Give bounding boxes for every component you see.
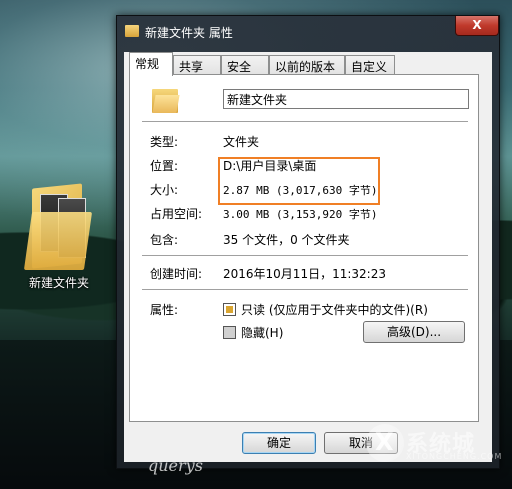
tab-security[interactable]: 安全 xyxy=(221,55,269,75)
size-label: 大小: xyxy=(150,183,179,197)
created-label: 创建时间: xyxy=(150,267,203,281)
ok-button[interactable]: 确定 xyxy=(242,432,316,454)
divider xyxy=(142,121,468,123)
close-button[interactable]: X xyxy=(455,16,499,36)
hidden-checkbox[interactable] xyxy=(223,326,236,339)
folder-icon xyxy=(23,182,94,272)
site-logo-watermark: X 系统城 XITONGCHENG.COM xyxy=(366,422,506,468)
folder-icon xyxy=(152,87,180,115)
tab-customize[interactable]: 自定义 xyxy=(345,55,395,75)
type-label: 类型: xyxy=(150,135,179,149)
contains-label: 包含: xyxy=(150,233,179,247)
size-value: 2.87 MB (3,017,630 字节) xyxy=(223,184,378,197)
size-on-disk-label: 占用空间: xyxy=(150,207,203,221)
folder-name-input[interactable] xyxy=(223,89,469,109)
desktop-folder-shortcut[interactable]: 新建文件夹 xyxy=(14,182,104,291)
type-value: 文件夹 xyxy=(223,135,260,149)
title-bar[interactable]: 新建文件夹 属性 X xyxy=(117,16,499,46)
readonly-label[interactable]: 只读 (仅应用于文件夹中的文件)(R) xyxy=(241,301,428,318)
tab-strip: 常规 共享 安全 以前的版本 自定义 xyxy=(124,52,492,76)
tab-sharing[interactable]: 共享 xyxy=(173,55,221,75)
folder-icon xyxy=(125,25,139,37)
readonly-checkbox[interactable] xyxy=(223,303,236,316)
hidden-label[interactable]: 隐藏(H) xyxy=(241,324,283,341)
logo-en-text: XITONGCHENG.COM xyxy=(406,452,503,461)
window-title: 新建文件夹 属性 xyxy=(145,26,233,40)
tab-general[interactable]: 常规 xyxy=(129,52,173,76)
dialog-content: 常规 共享 安全 以前的版本 自定义 类型: 文件夹 位置: D:\用户目录\桌… xyxy=(124,52,492,462)
tab-previous-versions[interactable]: 以前的版本 xyxy=(269,55,345,75)
contains-value: 35 个文件，0 个文件夹 xyxy=(223,233,350,247)
general-panel: 类型: 文件夹 位置: D:\用户目录\桌面 大小: 2.87 MB (3,01… xyxy=(129,74,479,422)
advanced-button[interactable]: 高级(D)... xyxy=(363,321,465,343)
signature-watermark: querys xyxy=(148,456,203,475)
logo-x-glyph: X xyxy=(375,428,394,456)
desktop-folder-label: 新建文件夹 xyxy=(28,276,89,290)
attributes-label: 属性: xyxy=(150,303,179,317)
properties-dialog: 新建文件夹 属性 X 常规 共享 安全 以前的版本 自定义 类型: 文件夹 位置… xyxy=(116,15,500,469)
created-value: 2016年10月11日，11:32:23 xyxy=(223,267,386,281)
size-on-disk-value: 3.00 MB (3,153,920 字节) xyxy=(223,208,378,221)
divider xyxy=(142,289,468,291)
divider xyxy=(142,255,468,257)
location-label: 位置: xyxy=(150,159,179,173)
